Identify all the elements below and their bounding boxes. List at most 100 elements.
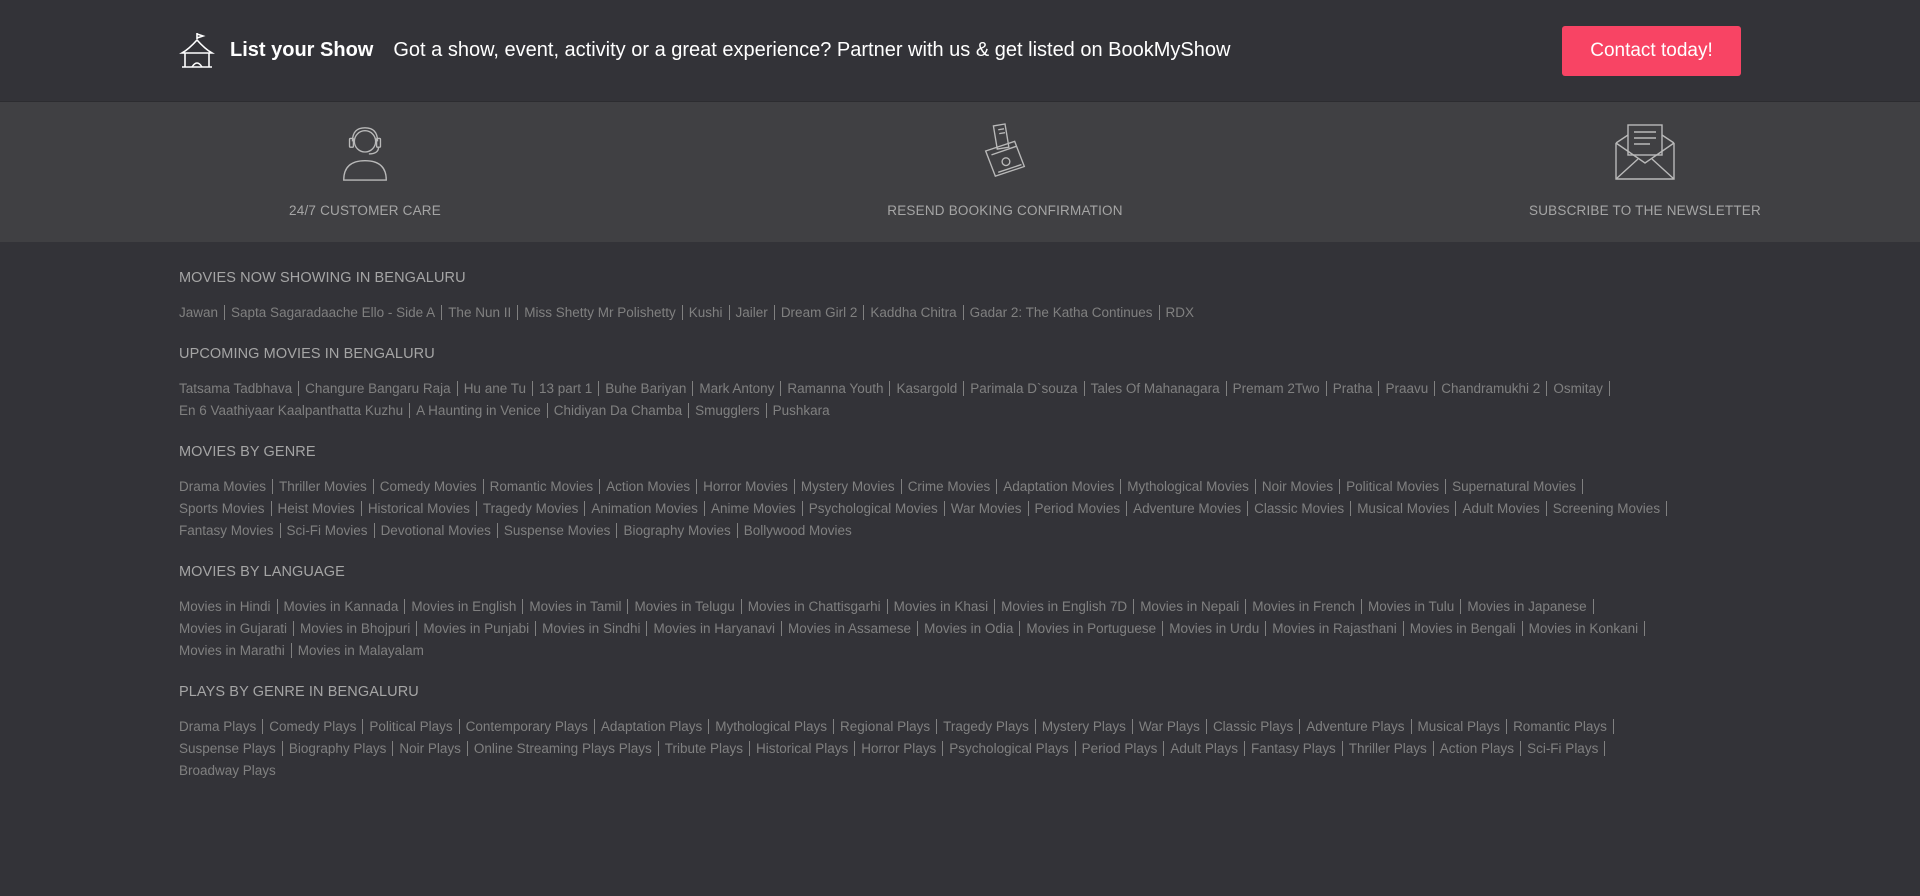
footer-link[interactable]: Heist Movies xyxy=(277,501,362,516)
footer-link[interactable]: Movies in Bengali xyxy=(1409,621,1523,636)
footer-link[interactable]: Sports Movies xyxy=(179,501,272,516)
footer-link[interactable]: Screening Movies xyxy=(1552,501,1668,516)
footer-link[interactable]: Changure Bangaru Raja xyxy=(305,381,458,396)
footer-link[interactable]: Movies in Japanese xyxy=(1467,599,1594,614)
footer-link[interactable]: Movies in Telugu xyxy=(634,599,742,614)
footer-link[interactable]: Movies in Konkani xyxy=(1528,621,1646,636)
footer-link[interactable]: Psychological Movies xyxy=(808,501,945,516)
footer-link[interactable]: Pushkara xyxy=(773,403,836,418)
footer-link[interactable]: Pratha xyxy=(1332,381,1380,396)
footer-link[interactable]: Movies in Kannada xyxy=(283,599,406,614)
footer-link[interactable]: Broadway Plays xyxy=(179,763,282,778)
footer-link[interactable]: Political Movies xyxy=(1346,479,1447,494)
footer-link[interactable]: Period Plays xyxy=(1081,741,1165,756)
footer-link[interactable]: Miss Shetty Mr Polishetty xyxy=(524,305,683,320)
footer-link[interactable]: Movies in English xyxy=(411,599,524,614)
footer-link[interactable]: Sci-Fi Plays xyxy=(1527,741,1606,756)
footer-link[interactable]: Kushi xyxy=(688,305,730,320)
footer-link[interactable]: Tragedy Movies xyxy=(482,501,586,516)
contact-today-button[interactable]: Contact today! xyxy=(1562,25,1741,76)
footer-link[interactable]: Supernatural Movies xyxy=(1452,479,1583,494)
footer-link[interactable]: War Movies xyxy=(950,501,1029,516)
footer-link[interactable]: Movies in Urdu xyxy=(1169,621,1267,636)
footer-link[interactable]: Movies in Odia xyxy=(924,621,1021,636)
footer-link[interactable]: Historical Plays xyxy=(756,741,856,756)
footer-link[interactable]: Chandramukhi 2 xyxy=(1441,381,1548,396)
footer-link[interactable]: Tragedy Plays xyxy=(943,719,1036,734)
footer-link[interactable]: Movies in French xyxy=(1252,599,1363,614)
footer-link[interactable]: Parimala D`souza xyxy=(970,381,1085,396)
footer-link[interactable]: Adaptation Movies xyxy=(1003,479,1122,494)
footer-link[interactable]: Movies in Tulu xyxy=(1368,599,1462,614)
footer-link[interactable]: Action Plays xyxy=(1439,741,1522,756)
footer-link[interactable]: Suspense Movies xyxy=(503,523,618,538)
footer-link[interactable]: Romantic Plays xyxy=(1513,719,1614,734)
footer-link[interactable]: Tales Of Mahanagara xyxy=(1090,381,1227,396)
footer-link[interactable]: Mystery Movies xyxy=(800,479,902,494)
footer-link[interactable]: Period Movies xyxy=(1034,501,1128,516)
footer-link[interactable]: Drama Plays xyxy=(179,719,264,734)
footer-link[interactable]: Movies in Gujarati xyxy=(179,621,295,636)
footer-link[interactable]: Movies in Nepali xyxy=(1140,599,1247,614)
footer-link[interactable]: Musical Movies xyxy=(1357,501,1457,516)
footer-link[interactable]: 13 part 1 xyxy=(538,381,600,396)
footer-link[interactable]: Movies in Punjabi xyxy=(423,621,537,636)
footer-link[interactable]: Political Plays xyxy=(369,719,460,734)
footer-link[interactable]: Devotional Movies xyxy=(380,523,498,538)
footer-link[interactable]: Buhe Bariyan xyxy=(605,381,694,396)
footer-link[interactable]: Biography Movies xyxy=(623,523,738,538)
footer-link[interactable]: Psychological Plays xyxy=(949,741,1076,756)
resend-booking-link[interactable]: RESEND BOOKING CONFIRMATION xyxy=(885,102,1125,242)
footer-link[interactable]: Noir Movies xyxy=(1261,479,1341,494)
footer-link[interactable]: Bollywood Movies xyxy=(744,523,858,538)
footer-link[interactable]: Horror Plays xyxy=(861,741,944,756)
footer-link[interactable]: Movies in Rajasthani xyxy=(1272,621,1404,636)
footer-link[interactable]: Movies in Portuguese xyxy=(1026,621,1164,636)
footer-link[interactable]: Movies in Haryanavi xyxy=(653,621,783,636)
footer-link[interactable]: Anime Movies xyxy=(710,501,803,516)
footer-link[interactable]: Mystery Plays xyxy=(1041,719,1133,734)
footer-link[interactable]: Movies in Khasi xyxy=(893,599,996,614)
footer-link[interactable]: Kaddha Chitra xyxy=(870,305,964,320)
footer-link[interactable]: Hu ane Tu xyxy=(463,381,533,396)
footer-link[interactable]: Movies in Assamese xyxy=(788,621,919,636)
footer-link[interactable]: Jailer xyxy=(735,305,775,320)
footer-link[interactable]: Movies in Marathi xyxy=(179,643,292,658)
footer-link[interactable]: Classic Plays xyxy=(1212,719,1301,734)
footer-link[interactable]: The Nun II xyxy=(448,305,519,320)
footer-link[interactable]: Chidiyan Da Chamba xyxy=(553,403,690,418)
footer-link[interactable]: Contemporary Plays xyxy=(465,719,595,734)
footer-link[interactable]: War Plays xyxy=(1138,719,1207,734)
footer-link[interactable]: Sapta Sagaradaache Ello - Side A xyxy=(231,305,443,320)
footer-link[interactable]: Osmitay xyxy=(1553,381,1610,396)
footer-link[interactable]: Tatsama Tadbhava xyxy=(179,381,300,396)
footer-link[interactable]: Adult Plays xyxy=(1170,741,1245,756)
footer-link[interactable]: Smugglers xyxy=(695,403,767,418)
footer-link[interactable]: Comedy Plays xyxy=(269,719,364,734)
footer-link[interactable]: Musical Plays xyxy=(1417,719,1508,734)
footer-link[interactable]: Fantasy Movies xyxy=(179,523,281,538)
footer-link[interactable]: Movies in Malayalam xyxy=(298,643,430,658)
footer-link[interactable]: Tribute Plays xyxy=(664,741,750,756)
footer-link[interactable]: Romantic Movies xyxy=(489,479,601,494)
footer-link[interactable]: Fantasy Plays xyxy=(1250,741,1343,756)
footer-link[interactable]: Movies in Tamil xyxy=(529,599,629,614)
footer-link[interactable]: Praavu xyxy=(1385,381,1436,396)
footer-link[interactable]: Mythological Plays xyxy=(715,719,835,734)
footer-link[interactable]: Crime Movies xyxy=(907,479,998,494)
footer-link[interactable]: Suspense Plays xyxy=(179,741,283,756)
footer-link[interactable]: Adventure Movies xyxy=(1133,501,1249,516)
footer-link[interactable]: Kasargold xyxy=(896,381,965,396)
footer-link[interactable]: Movies in Hindi xyxy=(179,599,278,614)
footer-link[interactable]: Classic Movies xyxy=(1254,501,1352,516)
newsletter-link[interactable]: SUBSCRIBE TO THE NEWSLETTER xyxy=(1525,102,1765,242)
footer-link[interactable]: Noir Plays xyxy=(399,741,468,756)
footer-link[interactable]: Movies in Sindhi xyxy=(542,621,648,636)
footer-link[interactable]: Mythological Movies xyxy=(1127,479,1256,494)
footer-link[interactable]: Premam 2Two xyxy=(1232,381,1327,396)
footer-link[interactable]: Adventure Plays xyxy=(1306,719,1412,734)
footer-link[interactable]: Sci-Fi Movies xyxy=(286,523,375,538)
footer-link[interactable]: Movies in Bhojpuri xyxy=(300,621,418,636)
footer-link[interactable]: En 6 Vaathiyaar Kaalpanthatta Kuzhu xyxy=(179,403,411,418)
footer-link[interactable]: Movies in Chattisgarhi xyxy=(747,599,888,614)
